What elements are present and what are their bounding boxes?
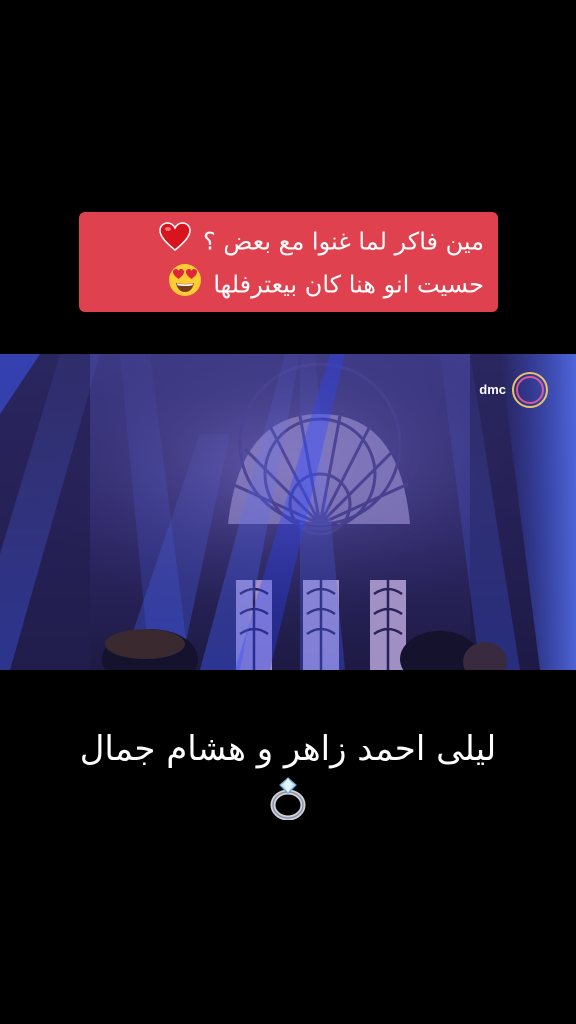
stage-scene: dmc	[0, 354, 576, 670]
bottom-caption-text: ليلى احمد زاهر و هشام جمال	[79, 729, 497, 769]
red-heart-icon	[159, 222, 192, 263]
video-frame[interactable]: dmc	[0, 354, 576, 670]
dmc-logo-text: dmc	[479, 382, 506, 397]
heart-eyes-face-icon	[168, 263, 202, 308]
ring-icon	[0, 776, 576, 824]
top-caption-line-1: مين فاكر لما غنوا مع بعض ؟	[93, 222, 484, 263]
bottom-caption: ليلى احمد زاهر و هشام جمال	[0, 722, 576, 824]
top-caption-box: مين فاكر لما غنوا مع بعض ؟ حسيت انو هنا …	[79, 212, 498, 312]
top-caption-text-2: حسيت انو هنا كان بيعترفلها	[213, 270, 484, 299]
top-caption-text-1: مين فاكر لما غنوا مع بعض ؟	[203, 227, 484, 256]
top-caption-line-2: حسيت انو هنا كان بيعترفلها	[93, 263, 484, 308]
